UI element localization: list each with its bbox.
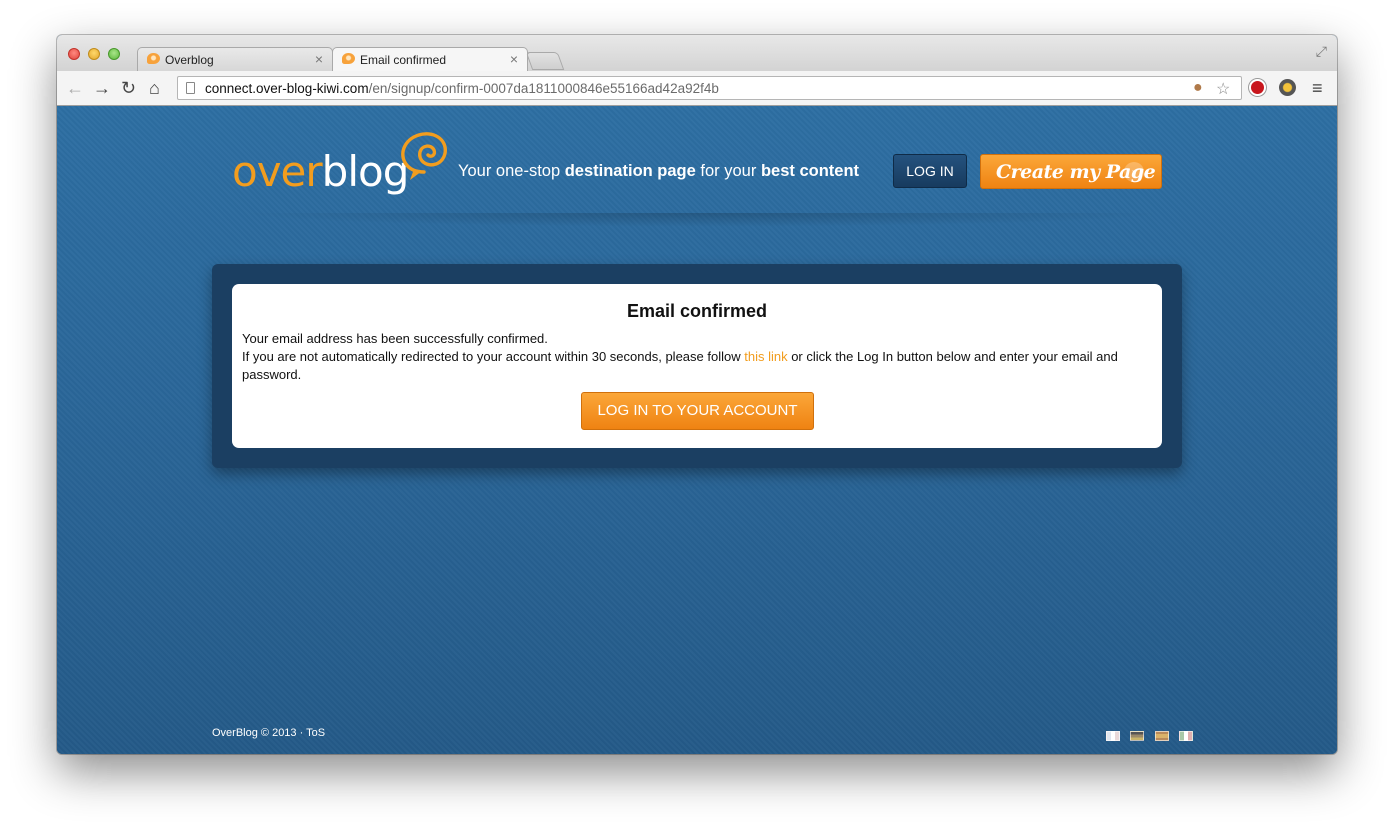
- confirmation-panel: Email confirmed Your email address has b…: [232, 284, 1162, 448]
- language-selector: [1106, 728, 1199, 746]
- create-my-page-button[interactable]: Create my Page ›: [980, 154, 1162, 189]
- back-arrow-icon[interactable]: ←: [66, 78, 84, 98]
- url-host: connect.over-blog-kiwi.com: [205, 81, 369, 96]
- tab-close-icon[interactable]: ×: [315, 51, 323, 67]
- header-divider: [237, 213, 1167, 227]
- chevron-right-icon: ›: [1124, 162, 1144, 182]
- overblog-favicon-icon: [342, 53, 355, 64]
- forward-arrow-icon[interactable]: →: [93, 78, 111, 98]
- new-tab-button[interactable]: [525, 52, 565, 70]
- blocked-cookie-icon[interactable]: ●: [1193, 79, 1203, 97]
- page-icon: [186, 82, 195, 94]
- extension-icon[interactable]: [1279, 79, 1296, 96]
- overblog-favicon-icon: [147, 53, 160, 64]
- tab-email-confirmed[interactable]: Email confirmed ×: [332, 47, 528, 71]
- bookmark-star-icon[interactable]: ☆: [1216, 79, 1230, 99]
- flag-es-icon[interactable]: [1154, 731, 1169, 741]
- window-close-button[interactable]: [68, 48, 80, 60]
- tab-overblog[interactable]: Overblog ×: [137, 47, 333, 71]
- flag-fr-icon[interactable]: [1106, 731, 1120, 741]
- adblock-icon[interactable]: [1249, 79, 1266, 96]
- address-bar[interactable]: connect.over-blog-kiwi.com/en/signup/con…: [177, 76, 1242, 100]
- tagline-bold: destination page: [564, 162, 696, 180]
- home-icon[interactable]: ⌂: [149, 78, 160, 98]
- login-to-account-button[interactable]: LOG IN TO YOUR ACCOUNT: [581, 392, 814, 430]
- tab-close-icon[interactable]: ×: [510, 51, 518, 67]
- window-maximize-button[interactable]: [108, 48, 120, 60]
- copyright-text: OverBlog © 2013: [212, 727, 297, 739]
- page-title: Email confirmed: [626, 301, 768, 321]
- fullscreen-icon[interactable]: ⤢: [1316, 43, 1327, 60]
- reload-icon[interactable]: ↻: [121, 78, 136, 98]
- tos-link[interactable]: ToS: [306, 727, 325, 739]
- flag-it-icon[interactable]: [1179, 731, 1194, 741]
- page-content: overblog Your one-stop destination page …: [57, 106, 1337, 754]
- browser-window: Overblog × Email confirmed × ⤢ ← → ↻ ⌂ c…: [57, 35, 1337, 754]
- flag-de-icon[interactable]: [1130, 731, 1145, 741]
- url-path: /en/signup/confirm-0007da1811000846e5516…: [368, 81, 719, 96]
- address-url[interactable]: connect.over-blog-kiwi.com/en/signup/con…: [205, 81, 719, 96]
- logo-over-text: over: [232, 147, 323, 196]
- header-login-button[interactable]: LOG IN: [893, 154, 967, 188]
- tagline-part: Your one-stop: [458, 162, 565, 180]
- overblog-logo[interactable]: overblog: [232, 130, 462, 210]
- window-minimize-button[interactable]: [88, 48, 100, 60]
- confirmation-line: Your email address has been successfully…: [242, 331, 548, 346]
- tagline-part: for your: [695, 162, 761, 180]
- tagline-bold: best content: [760, 162, 860, 180]
- tab-label: Overblog: [165, 53, 214, 67]
- footer: OverBlog © 2013 · ToS: [212, 727, 325, 739]
- tab-strip: Overblog × Email confirmed × ⤢: [57, 35, 1337, 71]
- logo-wordmark: overblog: [232, 146, 409, 198]
- tab-label: Email confirmed: [360, 53, 447, 67]
- redirect-link[interactable]: this link: [744, 349, 787, 364]
- spiral-bubble-icon: [401, 132, 447, 180]
- footer-separator: ·: [296, 727, 307, 739]
- header-tagline: Your one-stop destination page for your …: [458, 162, 859, 181]
- menu-icon[interactable]: ≡: [1312, 78, 1323, 98]
- browser-toolbar: ← → ↻ ⌂ connect.over-blog-kiwi.com/en/si…: [57, 71, 1337, 106]
- redirect-text: If you are not automatically redirected …: [242, 349, 745, 364]
- confirmation-message: Your email address has been successfully…: [242, 330, 1147, 384]
